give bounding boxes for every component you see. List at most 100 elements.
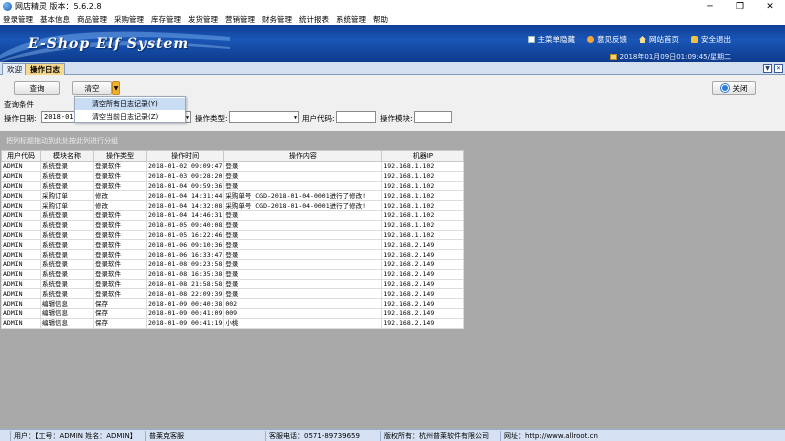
menu-purchase[interactable]: 采购管理 xyxy=(114,14,144,25)
cell-operation-content: 登录 xyxy=(223,229,383,241)
cell-operation-time: 2018-01-09 00:40:38 xyxy=(145,298,225,309)
table-row[interactable]: ADMIN 编辑信息 保存 2018-01-09 00:41:19 小桃 192.168.… xyxy=(1,317,465,329)
table-row[interactable]: ADMIN 系统登录 登录软件 2018-01-08 16:35:38 登录 192.16… xyxy=(1,268,465,280)
cell-operation-time: 2018-01-02 09:09:47 xyxy=(145,161,225,172)
table-row[interactable]: ADMIN 系统登录 登录软件 2018-01-08 22:09:39 登录 192.16… xyxy=(1,288,465,300)
cell-operation-time: 2018-01-09 00:41:09 xyxy=(145,307,225,319)
minimize-button[interactable]: ─ xyxy=(695,0,725,13)
table-row[interactable]: ADMIN 系统登录 登录软件 2018-01-04 09:59:36 登录 192.16… xyxy=(1,180,465,192)
table-row[interactable]: ADMIN 采购订单 修改 2018-01-04 14:32:08 采购单号 CGD-2… xyxy=(1,200,465,211)
cell-operation-type: 保存 xyxy=(93,317,147,329)
menu-marketing[interactable]: 营销管理 xyxy=(225,14,255,25)
table-row[interactable]: ADMIN 系统登录 登录软件 2018-01-06 09:10:36 登录 192.16… xyxy=(1,239,465,251)
clear-button[interactable]: 清空 xyxy=(72,81,112,95)
user-code-input[interactable] xyxy=(336,111,376,123)
clear-all-logs-item[interactable]: 清空所有日志记录(Y) xyxy=(75,98,185,110)
cell-machine-ip: 192.168.2.149 xyxy=(381,288,465,300)
cell-operation-time: 2018-01-06 09:10:36 xyxy=(145,239,225,251)
cell-user-code: ADMIN xyxy=(1,249,41,260)
module-label: 操作模块: xyxy=(380,114,413,123)
toolbar: 查询 清空 ▼ 关闭 xyxy=(0,76,785,98)
table-row[interactable]: ADMIN 系统登录 登录软件 2018-01-04 14:46:31 登录 192.16… xyxy=(1,209,465,221)
table-row[interactable]: ADMIN 编辑信息 保存 2018-01-09 00:41:09 009 192.168… xyxy=(1,307,465,319)
cell-operation-time: 2018-01-04 09:59:36 xyxy=(145,180,225,192)
menu-login[interactable]: 登录管理 xyxy=(3,14,33,25)
restore-button[interactable]: ❐ xyxy=(725,0,755,13)
table-row[interactable]: ADMIN 系统登录 登录软件 2018-01-03 09:28:20 登录 192.16… xyxy=(1,170,465,182)
group-by-hint: 把列标题拖动到此处按此列进行分组 xyxy=(6,137,118,145)
table-row[interactable]: ADMIN 系统登录 登录软件 2018-01-05 16:22:46 登录 192.16… xyxy=(1,229,465,241)
clear-dropdown-arrow[interactable]: ▼ xyxy=(112,81,120,95)
column-header-machine-ip[interactable]: 机器IP xyxy=(381,150,465,162)
cell-operation-content: 小桃 xyxy=(223,317,383,329)
table-row[interactable]: ADMIN 系统登录 登录软件 2018-01-08 21:58:58 登录 192.16… xyxy=(1,278,465,290)
tab-menu-icon[interactable]: ▼ xyxy=(763,64,772,73)
safe-exit-label: 安全退出 xyxy=(701,35,731,44)
cell-user-code: ADMIN xyxy=(1,258,41,270)
feedback-link[interactable]: 意见反馈 xyxy=(587,34,627,45)
table-row[interactable]: ADMIN 采购订单 修改 2018-01-04 14:31:44 采购单号 CGD-2… xyxy=(1,190,465,202)
cell-operation-content: 登录 xyxy=(223,288,383,300)
menu-basic-info[interactable]: 基本信息 xyxy=(40,14,70,25)
table-row[interactable]: ADMIN 系统登录 登录软件 2018-01-05 09:40:08 登录 192.16… xyxy=(1,219,465,231)
safe-exit-link[interactable]: 安全退出 xyxy=(691,34,731,45)
table-row[interactable]: ADMIN 系统登录 登录软件 2018-01-08 09:23:58 登录 192.16… xyxy=(1,258,465,270)
cell-operation-time: 2018-01-08 21:58:58 xyxy=(145,278,225,290)
cell-operation-content: 009 xyxy=(223,307,383,319)
menu-inventory[interactable]: 库存管理 xyxy=(151,14,181,25)
status-copyright: 版权所有：杭州普莱软件有限公司 xyxy=(380,431,500,441)
table-row[interactable]: ADMIN 系统登录 登录软件 2018-01-06 16:33:47 登录 192.16… xyxy=(1,249,465,260)
menu-system[interactable]: 系统管理 xyxy=(336,14,366,25)
table-row[interactable]: ADMIN 系统登录 登录软件 2018-01-02 09:09:47 登录 192.16… xyxy=(1,161,465,172)
cell-module: 系统登录 xyxy=(40,229,94,241)
banner-links: 主菜单隐藏 意见反馈 网站首页 安全退出 xyxy=(516,34,731,45)
cell-operation-content: 登录 xyxy=(223,170,383,182)
cell-operation-time: 2018-01-04 14:32:08 xyxy=(145,200,225,211)
homepage-link[interactable]: 网站首页 xyxy=(639,34,679,45)
cell-module: 系统登录 xyxy=(40,170,94,182)
cell-operation-type: 保存 xyxy=(93,298,147,309)
group-by-panel[interactable]: 把列标题拖动到此处按此列进行分组 xyxy=(0,131,785,149)
column-header-module[interactable]: 模块名称 xyxy=(40,150,94,162)
cell-operation-content: 登录 xyxy=(223,249,383,260)
menu-bar: 登录管理 基本信息 商品管理 采购管理 库存管理 发货管理 营销管理 财务管理 … xyxy=(0,13,785,25)
tab-welcome[interactable]: 欢迎 xyxy=(2,63,27,75)
app-icon xyxy=(3,2,12,11)
column-header-operation-time[interactable]: 操作时间 xyxy=(145,150,225,162)
cell-machine-ip: 192.168.1.102 xyxy=(381,170,465,182)
table-row[interactable]: ADMIN 编辑信息 保存 2018-01-09 00:40:38 002 192.168… xyxy=(1,298,465,309)
cell-operation-content: 登录 xyxy=(223,219,383,231)
close-window-button[interactable]: ✕ xyxy=(755,0,785,13)
menu-products[interactable]: 商品管理 xyxy=(77,14,107,25)
column-header-user-code[interactable]: 用户代码 xyxy=(1,150,41,162)
cell-operation-type: 登录软件 xyxy=(93,161,147,172)
table-header-row: 用户代码 模块名称 操作类型 操作时间 操作内容 机器IP xyxy=(1,150,465,162)
user-code-label: 用户代码: xyxy=(302,114,335,123)
hide-menu-link[interactable]: 主菜单隐藏 xyxy=(527,34,575,45)
cell-operation-time: 2018-01-08 16:35:38 xyxy=(145,268,225,280)
column-header-operation-content[interactable]: 操作内容 xyxy=(223,150,383,162)
cell-machine-ip: 192.168.2.149 xyxy=(381,298,465,309)
header-banner: E-Shop Elf System 主菜单隐藏 意见反馈 网站首页 安全退出 2… xyxy=(0,25,785,62)
cell-operation-content: 登录 xyxy=(223,268,383,280)
menu-finance[interactable]: 财务管理 xyxy=(262,14,292,25)
cell-operation-content: 登录 xyxy=(223,180,383,192)
tab-close-icon[interactable]: ✕ xyxy=(774,64,783,73)
module-input[interactable] xyxy=(414,111,452,123)
menu-help[interactable]: 帮助 xyxy=(373,14,388,25)
clear-current-logs-item[interactable]: 清空当前日志记录(Z) xyxy=(75,111,185,123)
query-button[interactable]: 查询 xyxy=(14,81,60,95)
column-header-operation-type[interactable]: 操作类型 xyxy=(93,150,147,162)
cell-operation-time: 2018-01-03 09:28:20 xyxy=(145,170,225,182)
menu-shipping[interactable]: 发货管理 xyxy=(188,14,218,25)
cell-module: 系统登录 xyxy=(40,249,94,260)
close-button[interactable]: 关闭 xyxy=(712,81,756,95)
cell-user-code: ADMIN xyxy=(1,307,41,319)
status-phone: 客服电话：0571-89739659 xyxy=(265,431,380,441)
cell-machine-ip: 192.168.2.149 xyxy=(381,278,465,290)
tab-operation-log[interactable]: 操作日志 xyxy=(25,63,65,75)
cell-operation-content: 登录 xyxy=(223,209,383,221)
cell-operation-type: 登录软件 xyxy=(93,239,147,251)
menu-reports[interactable]: 统计报表 xyxy=(299,14,329,25)
type-select[interactable]: ▼ xyxy=(229,111,299,123)
